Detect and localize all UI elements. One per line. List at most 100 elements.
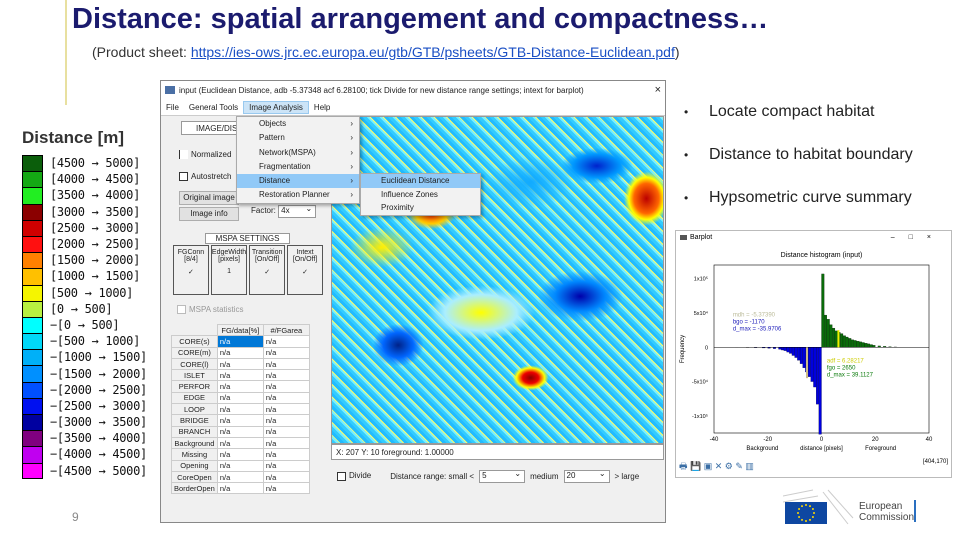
bullet-text: Hypsometric curve summary (709, 189, 912, 206)
menu-file[interactable]: File (161, 102, 184, 113)
table-cell[interactable]: n/a (262, 335, 310, 348)
table-cell[interactable]: n/a (262, 357, 310, 371)
row-header: CORE(s) (171, 335, 218, 348)
app-icon (680, 234, 687, 240)
table-cell[interactable]: n/a (216, 346, 264, 359)
table-cell[interactable]: n/a (216, 414, 264, 427)
submenu-item[interactable]: Proximity (361, 201, 480, 215)
autostretch-checkbox[interactable]: Autostretch (179, 172, 231, 182)
table-cell[interactable]: n/a (262, 391, 310, 405)
image-info-button[interactable]: Image info (179, 207, 239, 221)
table-cell[interactable]: n/a (216, 335, 264, 348)
distance-map-image[interactable] (331, 116, 664, 444)
bullet-item: • Distance to habitat boundary (684, 146, 913, 163)
table-cell[interactable]: n/a (262, 369, 310, 382)
legend-label: −[2000 → 2500] (50, 382, 147, 397)
menu-help[interactable]: Help (309, 102, 335, 113)
window-controls[interactable]: –□× (891, 234, 945, 241)
table-cell[interactable]: n/a (216, 459, 264, 472)
mspa-statistics-label: MSPA statistics (189, 305, 244, 314)
mspa-setting-value[interactable]: ✓ (250, 268, 284, 276)
table-cell[interactable]: n/a (216, 369, 264, 382)
row-header: EDGE (171, 391, 218, 405)
legend-item: [4000 → 4500] (22, 171, 152, 188)
menu-item[interactable]: Fragmentation › (237, 160, 359, 174)
mspa-setting-value[interactable]: ✓ (174, 268, 208, 276)
mspa-setting[interactable]: Intext [On/Off] ✓ (287, 245, 324, 295)
mspa-setting[interactable]: Transition [On/Off] ✓ (249, 245, 286, 295)
foreground-bar (840, 333, 844, 348)
menu-item[interactable]: Pattern › (237, 131, 359, 145)
table-cell[interactable]: n/a (216, 425, 264, 438)
table-cell[interactable]: n/a (262, 346, 310, 359)
table-cell[interactable]: n/a (262, 380, 310, 393)
mspa-setting[interactable]: FGConn [8/4] ✓ (173, 245, 209, 295)
legend-item: −[2000 → 2500] (22, 381, 152, 398)
mspa-setting[interactable]: EdgeWidth [pixels] 1 (210, 245, 248, 295)
foreground-bar (832, 327, 836, 348)
fg-annotation: adf = 6.28217 (827, 358, 865, 364)
table-cell[interactable]: n/a (262, 414, 310, 427)
table-cell[interactable]: n/a (262, 459, 310, 472)
product-sheet-link[interactable]: https://ies-ows.jrc.ec.europa.eu/gtb/GTB… (191, 44, 675, 60)
table-cell[interactable]: n/a (216, 403, 264, 416)
row-header: BRIDGE (171, 414, 218, 427)
mspa-settings-tab[interactable]: MSPA SETTINGS (205, 233, 290, 244)
medium-range-select[interactable]: 20 (563, 469, 610, 483)
original-image-button[interactable]: Original image (179, 191, 239, 205)
close-button[interactable]: × (655, 84, 661, 96)
table-cell[interactable]: n/a (216, 448, 264, 461)
legend-swatch (22, 349, 43, 366)
normalized-checkbox[interactable]: Normalized (179, 150, 232, 160)
menu-item[interactable]: Objects › (237, 117, 359, 131)
table-cell[interactable]: n/a (216, 357, 264, 371)
legend-swatch (22, 155, 43, 172)
legend-item: [500 → 1000] (22, 284, 152, 301)
table-cell[interactable]: n/a (216, 470, 264, 484)
menu-item[interactable]: Network(MSPA) › (237, 146, 359, 160)
table-cell[interactable]: n/a (262, 482, 310, 495)
submenu-item[interactable]: Euclidean Distance (361, 174, 480, 188)
table-cell[interactable]: n/a (216, 482, 264, 495)
toolbar-icons[interactable]: 🖶 💾 ▣ ✕ ⚙ ✎ ▥ (679, 459, 754, 475)
mspa-setting-value[interactable]: ✓ (288, 268, 322, 276)
col-header: FG/data[%] (216, 323, 264, 337)
app-icon (165, 86, 175, 94)
legend-item: [2500 → 3000] (22, 219, 152, 236)
mspa-setting-value[interactable]: 1 (212, 268, 246, 275)
chevron-right-icon: › (350, 176, 353, 186)
menu-item-label: Objects (259, 119, 287, 128)
divide-label: Divide (349, 471, 372, 481)
menu-item[interactable]: Distance › (237, 174, 359, 189)
chevron-right-icon: › (350, 119, 353, 128)
col-header: #/FGarea (262, 323, 310, 337)
background-bar (797, 347, 801, 361)
table-cell[interactable]: n/a (216, 391, 264, 405)
histogram-toolbar: 🖶 💾 ▣ ✕ ⚙ ✎ ▥ [404,170] (679, 459, 948, 475)
divide-checkbox[interactable]: Divide (337, 471, 372, 481)
y-tick-label: -1x10⁵ (692, 413, 708, 420)
table-cell[interactable]: n/a (262, 448, 310, 461)
background-bar (786, 347, 790, 353)
image-analysis-dropdown: Objects › Pattern › Network(MSPA) › Fragmentat… (236, 116, 360, 204)
table-cell[interactable]: n/a (262, 425, 310, 438)
small-range-select[interactable]: 5 (479, 469, 526, 483)
row-header: Missing (171, 448, 218, 461)
bullet-item: • Locate compact habitat (684, 103, 875, 120)
factor-select[interactable]: 4x (278, 204, 317, 218)
submenu-item[interactable]: Influence Zones (361, 188, 480, 202)
table-cell[interactable]: n/a (216, 436, 264, 450)
y-tick-label: -5x10⁴ (692, 379, 709, 386)
menu-image-analysis[interactable]: Image Analysis (243, 100, 309, 114)
legend-label: [0 → 500] (50, 301, 113, 316)
normalized-label: Normalized (191, 150, 232, 159)
table-cell[interactable]: n/a (262, 436, 310, 450)
menu-general-tools[interactable]: General Tools (184, 102, 243, 113)
table-cell[interactable]: n/a (262, 403, 310, 416)
row-header: PERFOR (171, 380, 218, 393)
mspa-statistics-checkbox[interactable]: MSPA statistics (177, 305, 244, 315)
legend-label: −[3500 → 4000] (50, 431, 147, 446)
menu-item[interactable]: Restoration Planner › (237, 188, 359, 202)
table-cell[interactable]: n/a (262, 470, 310, 484)
table-cell[interactable]: n/a (216, 380, 264, 393)
